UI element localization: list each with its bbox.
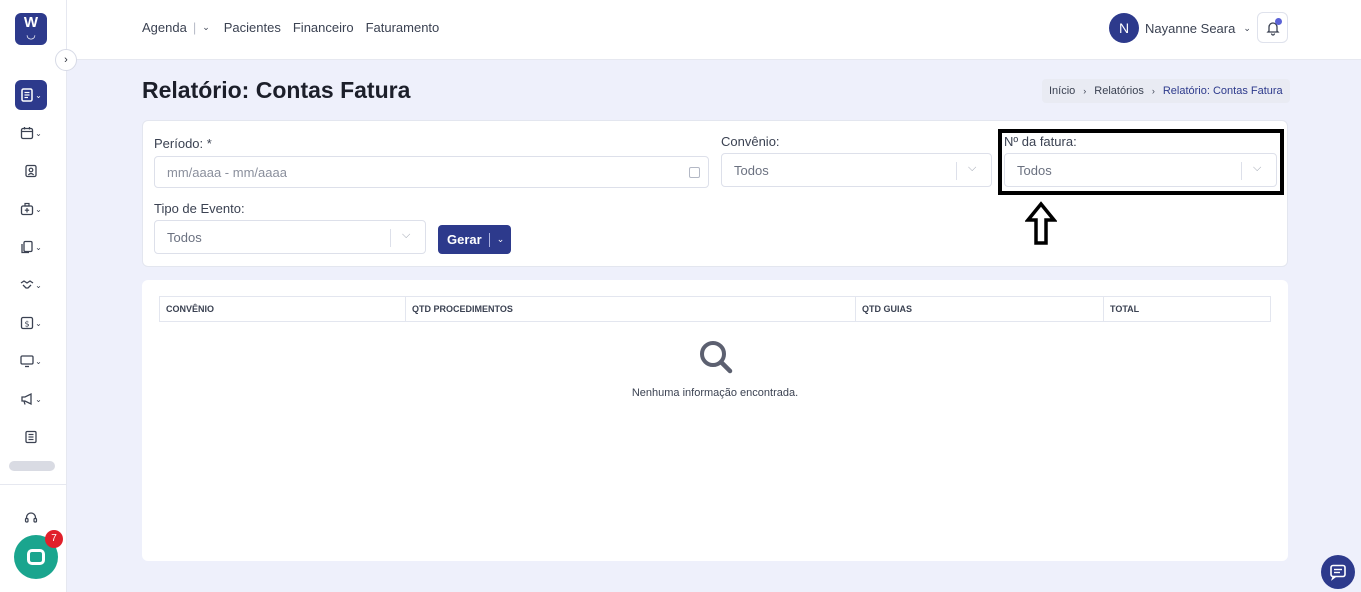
chevron-down-icon: ⌄ bbox=[35, 394, 42, 404]
sidebar-item-marketing[interactable]: ⌄ bbox=[15, 384, 47, 414]
sidebar-item-clinic[interactable]: ⌄ bbox=[15, 194, 47, 224]
gerar-button[interactable]: Gerar ⌄ bbox=[438, 225, 511, 254]
handshake-icon bbox=[20, 280, 34, 289]
sidebar-item-news[interactable] bbox=[15, 422, 47, 452]
sidebar-toggle-button[interactable]: › bbox=[55, 49, 77, 71]
nav-item-faturamento[interactable]: Faturamento bbox=[366, 20, 440, 35]
megaphone-icon bbox=[21, 392, 32, 406]
periodo-label: Período: * bbox=[154, 136, 212, 151]
sidebar-item-agenda[interactable]: ⌄ bbox=[15, 118, 47, 148]
sidebar-item-support[interactable] bbox=[15, 503, 47, 533]
chevron-down-icon: ⌄ bbox=[35, 90, 42, 100]
chevron-down-icon: ⌵ bbox=[402, 229, 411, 241]
logo-smile-icon: ◡ bbox=[26, 29, 36, 41]
chevron-down-icon: ⌄ bbox=[35, 242, 42, 252]
dollar-icon: $ bbox=[20, 316, 34, 330]
notifications-button[interactable] bbox=[1257, 12, 1288, 43]
breadcrumb-relatorios[interactable]: Relatórios bbox=[1094, 85, 1144, 97]
calendar-icon bbox=[20, 127, 34, 140]
search-icon bbox=[700, 341, 733, 374]
column-convenio[interactable]: CONVÊNIO bbox=[160, 297, 406, 321]
column-total[interactable]: TOTAL bbox=[1104, 297, 1270, 321]
documents-icon bbox=[21, 240, 33, 254]
topbar: Agenda | ⌄ Pacientes Financeiro Faturame… bbox=[67, 0, 1361, 60]
breadcrumb-inicio[interactable]: Início bbox=[1049, 85, 1075, 97]
breadcrumb-current: Relatório: Contas Fatura bbox=[1162, 85, 1283, 97]
nav-item-financeiro[interactable]: Financeiro bbox=[293, 20, 354, 35]
chevron-down-icon: ⌄ bbox=[35, 318, 42, 328]
chevron-down-icon: ⌄ bbox=[35, 128, 42, 138]
page-title: Relatório: Contas Fatura bbox=[142, 77, 411, 103]
chat-badge: 7 bbox=[45, 530, 63, 548]
convenio-label: Convênio: bbox=[721, 134, 780, 149]
select-divider bbox=[956, 162, 957, 180]
chevron-down-icon: ⌄ bbox=[35, 356, 42, 366]
app-logo[interactable]: W ◡ bbox=[15, 13, 47, 45]
chevron-down-icon: ⌵ bbox=[968, 162, 977, 174]
chat-icon bbox=[27, 549, 45, 565]
patient-card-icon bbox=[25, 164, 37, 178]
nav-item-agenda[interactable]: Agenda bbox=[142, 20, 187, 35]
convenio-value: Todos bbox=[734, 163, 769, 178]
nav-separator: | bbox=[192, 20, 197, 35]
svg-text:$: $ bbox=[25, 320, 30, 329]
annotation-highlight-box bbox=[998, 129, 1284, 195]
empty-state-message: Nenhuma informação encontrada. bbox=[631, 387, 799, 399]
sidebar-item-handshake[interactable]: ⌄ bbox=[15, 270, 47, 300]
chevron-down-icon[interactable]: ⌄ bbox=[202, 22, 210, 33]
sidebar-item-reports[interactable]: ⌄ bbox=[15, 80, 47, 110]
chevron-down-icon: ⌄ bbox=[35, 280, 42, 290]
calendar-icon bbox=[689, 167, 700, 178]
sidebar-item-documents[interactable]: ⌄ bbox=[15, 232, 47, 262]
user-menu[interactable]: N Nayanne Seara ⌄ bbox=[1109, 13, 1251, 43]
user-name: Nayanne Seara bbox=[1145, 20, 1236, 36]
tipo-evento-value: Todos bbox=[167, 230, 202, 245]
column-qtd-guias[interactable]: QTD GUIAS bbox=[856, 297, 1104, 321]
sidebar: W ◡ ⌄ ⌄ ⌄ ⌄ ⌄ $ ⌄ ⌄ ⌄ bbox=[0, 0, 67, 592]
main-nav: Agenda | ⌄ Pacientes Financeiro Faturame… bbox=[142, 20, 451, 35]
tipo-evento-select[interactable]: Todos ⌵ bbox=[154, 220, 426, 254]
chevron-right-icon: › bbox=[1083, 86, 1087, 96]
report-icon bbox=[21, 88, 33, 102]
chevron-right-icon: › bbox=[1151, 86, 1155, 96]
monitor-icon bbox=[20, 355, 34, 368]
chevron-down-icon: ⌄ bbox=[35, 204, 42, 214]
medical-bag-icon bbox=[20, 202, 34, 216]
message-icon bbox=[1330, 564, 1346, 581]
breadcrumb: Início › Relatórios › Relatório: Contas … bbox=[1042, 79, 1290, 103]
chevron-down-icon: ⌄ bbox=[1243, 22, 1251, 33]
sidebar-scrollbar[interactable] bbox=[9, 461, 55, 471]
chevron-right-icon: › bbox=[64, 54, 68, 66]
convenio-select[interactable]: Todos ⌵ bbox=[721, 153, 992, 187]
annotation-up-arrow-icon bbox=[1025, 201, 1057, 245]
column-qtd-procedimentos[interactable]: QTD PROCEDIMENTOS bbox=[406, 297, 856, 321]
newspaper-icon bbox=[25, 430, 37, 444]
sidebar-item-finance[interactable]: $ ⌄ bbox=[15, 308, 47, 338]
headset-icon bbox=[24, 512, 38, 523]
nav-item-pacientes[interactable]: Pacientes bbox=[224, 20, 281, 35]
table-header: CONVÊNIO QTD PROCEDIMENTOS QTD GUIAS TOT… bbox=[159, 296, 1271, 322]
gerar-label: Gerar bbox=[447, 232, 482, 247]
chevron-down-icon[interactable]: ⌄ bbox=[497, 234, 505, 245]
help-chat-button[interactable] bbox=[1321, 555, 1355, 589]
periodo-placeholder: mm/aaaa - mm/aaaa bbox=[167, 165, 287, 180]
select-divider bbox=[390, 229, 391, 247]
avatar: N bbox=[1109, 13, 1139, 43]
results-card bbox=[142, 280, 1288, 561]
button-divider bbox=[488, 232, 490, 247]
tipo-evento-label: Tipo de Evento: bbox=[154, 201, 245, 216]
sidebar-divider bbox=[0, 484, 67, 485]
periodo-input[interactable]: mm/aaaa - mm/aaaa bbox=[154, 156, 709, 188]
sidebar-item-patients[interactable] bbox=[15, 156, 47, 186]
notification-dot bbox=[1275, 18, 1282, 25]
sidebar-item-monitor[interactable]: ⌄ bbox=[15, 346, 47, 376]
